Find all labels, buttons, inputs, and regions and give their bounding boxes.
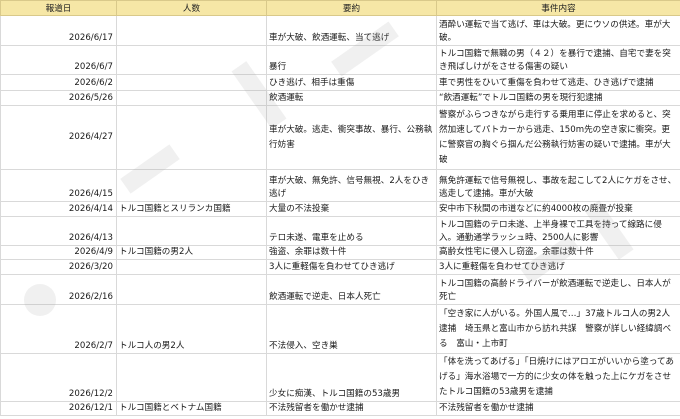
header-summary[interactable]: 要約 [266,0,437,16]
cell-summary[interactable]: 飲酒運転で逆走、日本人死亡 [266,274,437,305]
table-row: 2026/3/20 3人に重軽傷を負わせてひき逃げ 3人に重軽傷を負わせてひき逃… [0,259,680,275]
table-row: 2026/2/7 トルコ人の男2人 不法侵入、空き巣 「空き家に人がいる。外国人… [0,304,680,354]
cell-detail[interactable]: 「空き家に人がいる。外国人風で…」37歳トルコ人の男2人 逮捕 埼玉県と富山市か… [436,304,680,354]
cell-people[interactable]: トルコ人の男2人 [116,304,267,354]
cell-detail[interactable]: トルコ国籍の高齢ドライバーが飲酒運転で逆走し、日本人が死亡 [436,274,680,305]
cell-date[interactable]: 2026/4/15 [0,169,117,202]
cell-detail[interactable]: 警察がふらつきながら走行する乗用車に停止を求めると、突然加速してパトカーから逃走… [436,105,680,170]
cell-summary[interactable]: 3人に重軽傷を負わせてひき逃げ [266,259,437,275]
cell-detail[interactable]: トルコ国籍のテロ未遂、上半身裸で工具を持って線路に侵入。通勤通学ラッシュ時、25… [436,216,680,246]
cell-date[interactable]: 2026/6/7 [0,45,117,75]
table-row: 2026/2/16 飲酒運転で逆走、日本人死亡 トルコ国籍の高齢ドライバーが飲酒… [0,274,680,305]
cell-people[interactable]: トルコ国籍の男2人 [116,245,267,260]
cell-people[interactable] [116,259,267,275]
cell-date[interactable]: 2026/12/1 [0,401,117,416]
cell-people[interactable]: トルコ国籍とベトナム国籍 [116,401,267,416]
cell-people[interactable] [116,45,267,75]
cell-people[interactable] [116,353,267,402]
cell-summary[interactable]: 大量の不法投棄 [266,201,437,217]
cell-date[interactable]: 2026/4/27 [0,105,117,170]
cell-summary[interactable]: 強盗、余罪は数十件 [266,245,437,260]
cell-people[interactable] [116,15,267,46]
cell-detail[interactable]: 酒酔い運転で当て逃げ、車は大破。更にウソの供述。車が大破。 [436,15,680,46]
table-row: 2026/4/27 車が大破。逃走、衝突事故、暴行、公務執行妨害 警察がふらつき… [0,105,680,170]
cell-date[interactable]: 2026/3/20 [0,259,117,275]
cell-summary[interactable]: ひき逃げ、相手は重傷 [266,74,437,91]
cell-detail[interactable]: 不法残留者を働かせ逮捕 [436,401,680,416]
cell-detail[interactable]: 車で男性をひいて重傷を負わせて逃走、ひき逃げで逮捕 [436,74,680,91]
cell-summary[interactable]: 少女に痴漢、トルコ国籍の53歳男 [266,353,437,402]
table-row: 2026/6/17 車が大破、飲酒運転、当て逃げ 酒酔い運転で当て逃げ、車は大破… [0,15,680,46]
header-detail[interactable]: 事件内容 [436,0,680,16]
cell-summary[interactable]: 車が大破、飲酒運転、当て逃げ [266,15,437,46]
cell-detail[interactable]: 3人に重軽傷を負わせてひき逃げ [436,259,680,275]
cell-summary[interactable]: 不法残留者を働かせ逮捕 [266,401,437,416]
table-row: 2026/12/1 トルコ国籍とベトナム国籍 不法残留者を働かせ逮捕 不法残留者… [0,401,680,416]
table-row: 2026/6/2 ひき逃げ、相手は重傷 車で男性をひいて重傷を負わせて逃走、ひき… [0,74,680,91]
cell-detail[interactable]: 高齢女性宅に侵入し窃盗。余罪は数十件 [436,245,680,260]
cell-detail[interactable]: トルコ国籍で無職の男（４２）を暴行で逮捕、自宅で妻を突き飛ばしけがをさせる傷害の… [436,45,680,75]
cell-date[interactable]: 2026/5/26 [0,90,117,106]
cell-people[interactable] [116,169,267,202]
cell-people[interactable] [116,90,267,106]
table-row: 2026/4/15 車が大破、無免許、信号無視、2人をひき逃げ 無免許運転で信号… [0,169,680,202]
table-row: 2026/5/26 飲酒運転 “飲酒運転”でトルコ国籍の男を現行犯逮捕 [0,90,680,106]
cell-date[interactable]: 2026/2/16 [0,274,117,305]
table-row: 2026/12/2 少女に痴漢、トルコ国籍の53歳男 「体を洗ってあげる」「日焼… [0,353,680,402]
cell-summary[interactable]: 暴行 [266,45,437,75]
header-date[interactable]: 報道日 [0,0,117,16]
cell-date[interactable]: 2026/4/14 [0,201,117,217]
cell-people[interactable] [116,105,267,170]
cell-summary[interactable]: 不法侵入、空き巣 [266,304,437,354]
cell-people[interactable] [116,216,267,246]
cell-people[interactable]: トルコ国籍とスリランカ国籍 [116,201,267,217]
cell-date[interactable]: 2026/2/7 [0,304,117,354]
cell-date[interactable]: 2026/6/17 [0,15,117,46]
table-row: 2026/6/7 暴行 トルコ国籍で無職の男（４２）を暴行で逮捕、自宅で妻を突き… [0,45,680,75]
cell-summary[interactable]: 車が大破、無免許、信号無視、2人をひき逃げ [266,169,437,202]
cell-date[interactable]: 2026/4/9 [0,245,117,260]
table-row: 2026/4/13 テロ未遂、電車を止める トルコ国籍のテロ未遂、上半身裸で工具… [0,216,680,246]
cell-summary[interactable]: テロ未遂、電車を止める [266,216,437,246]
cell-summary[interactable]: 車が大破。逃走、衝突事故、暴行、公務執行妨害 [266,105,437,170]
cell-detail[interactable]: “飲酒運転”でトルコ国籍の男を現行犯逮捕 [436,90,680,106]
cell-summary[interactable]: 飲酒運転 [266,90,437,106]
cell-date[interactable]: 2026/4/13 [0,216,117,246]
header-people[interactable]: 人数 [116,0,267,16]
cell-date[interactable]: 2026/6/2 [0,74,117,91]
cell-people[interactable] [116,74,267,91]
table-row: 2026/4/14 トルコ国籍とスリランカ国籍 大量の不法投棄 安中市下秋間の市… [0,201,680,217]
table-row: 2026/4/9 トルコ国籍の男2人 強盗、余罪は数十件 高齢女性宅に侵入し窃盗… [0,245,680,260]
header-row: 報道日 人数 要約 事件内容 [0,0,680,16]
cell-date[interactable]: 2026/12/2 [0,353,117,402]
incident-table: 報道日 人数 要約 事件内容 2026/6/17 車が大破、飲酒運転、当て逃げ … [0,0,680,416]
cell-people[interactable] [116,274,267,305]
cell-detail[interactable]: 安中市下秋間の市道などに約4000枚の廃畳が投棄 [436,201,680,217]
cell-detail[interactable]: 「体を洗ってあげる」「日焼けにはアロエがいいから塗ってあげる」海水浴場で一方的に… [436,353,680,402]
cell-detail[interactable]: 無免許運転で信号無視し、事故を起こして2人にケガをさせ、逃走して逮捕。車が大破 [436,169,680,202]
